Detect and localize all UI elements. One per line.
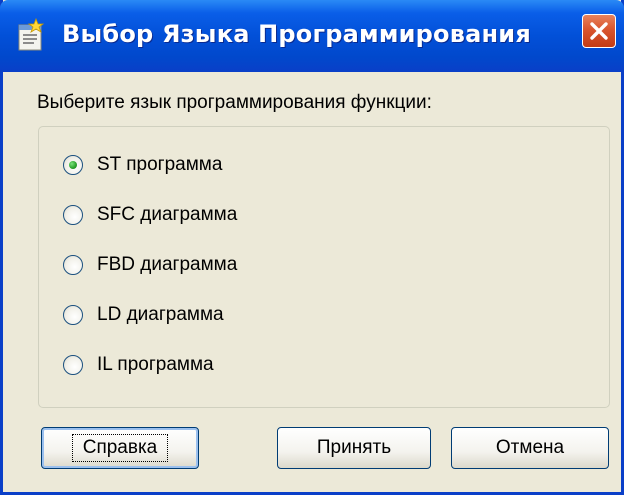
radio-label[interactable]: IL программа (97, 354, 214, 376)
radio-label[interactable]: LD диаграмма (97, 304, 224, 326)
radio-option-il[interactable]: IL программа (63, 350, 214, 380)
accept-button[interactable]: Принять (277, 427, 431, 469)
radio-option-fbd[interactable]: FBD диаграмма (63, 250, 237, 280)
radio-button-selected[interactable] (63, 155, 83, 175)
radio-selected-dot (69, 161, 77, 169)
title-bar[interactable]: Выбор Языка Программирования (0, 0, 624, 72)
radio-button[interactable] (63, 305, 83, 325)
radio-button[interactable] (63, 205, 83, 225)
close-button[interactable] (582, 14, 616, 48)
dialog-window-icon (16, 17, 46, 52)
window-title: Выбор Языка Программирования (62, 20, 531, 48)
radio-button[interactable] (63, 255, 83, 275)
help-button-label: Справка (71, 434, 169, 462)
prompt-label: Выберите язык программирования функции: (37, 92, 432, 113)
close-x-icon (590, 22, 608, 40)
dialog-body: Выберите язык программирования функции: … (3, 72, 621, 492)
help-button[interactable]: Справка (41, 427, 199, 469)
radio-label[interactable]: FBD диаграмма (97, 254, 237, 276)
radio-label[interactable]: ST программа (97, 154, 222, 176)
radio-option-sfc[interactable]: SFC диаграмма (63, 200, 237, 230)
radio-option-st[interactable]: ST программа (63, 150, 222, 180)
radio-option-ld[interactable]: LD диаграмма (63, 300, 224, 330)
dialog-window: Выбор Языка Программирования Выберите яз… (0, 0, 624, 495)
radio-label[interactable]: SFC диаграмма (97, 204, 237, 226)
radio-button[interactable] (63, 355, 83, 375)
cancel-button[interactable]: Отмена (451, 427, 609, 469)
